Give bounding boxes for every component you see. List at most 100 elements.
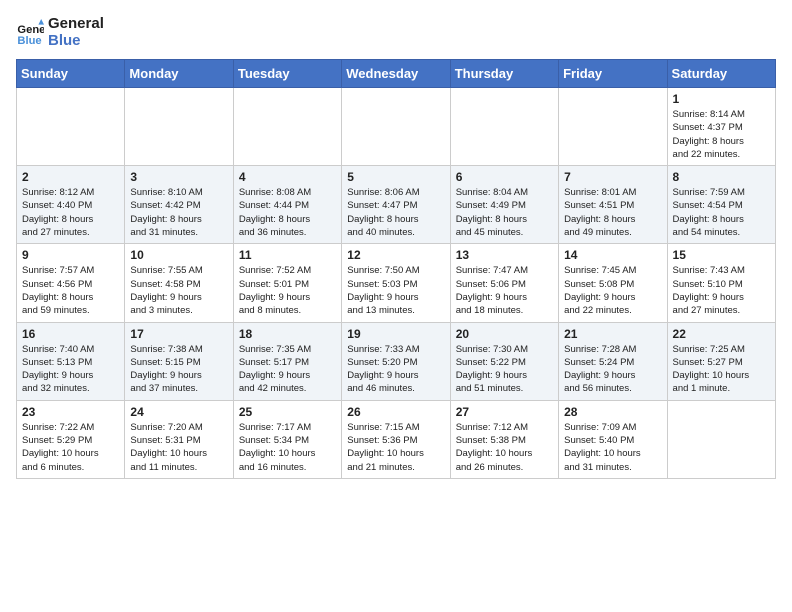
logo: General Blue General Blue <box>16 16 104 49</box>
day-number: 10 <box>130 248 227 262</box>
calendar-cell: 28 Sunrise: 7:09 AM Sunset: 5:40 PM Dayli… <box>559 400 667 478</box>
day-number: 15 <box>673 248 770 262</box>
calendar-cell: 19 Sunrise: 7:33 AM Sunset: 5:20 PM Dayli… <box>342 322 450 400</box>
day-number: 21 <box>564 327 661 341</box>
day-number: 13 <box>456 248 553 262</box>
calendar-cell: 25 Sunrise: 7:17 AM Sunset: 5:34 PM Dayli… <box>233 400 341 478</box>
calendar-cell: 23 Sunrise: 7:22 AM Sunset: 5:29 PM Dayli… <box>17 400 125 478</box>
calendar-cell: 10Sunrise: 7:55 AM Sunset: 4:58 PM Dayli… <box>125 244 233 322</box>
day-header-tuesday: Tuesday <box>233 60 341 88</box>
day-header-saturday: Saturday <box>667 60 775 88</box>
calendar-week-row: 23 Sunrise: 7:22 AM Sunset: 5:29 PM Dayli… <box>17 400 776 478</box>
day-header-sunday: Sunday <box>17 60 125 88</box>
day-number: 6 <box>456 170 553 184</box>
calendar-cell: 14 Sunrise: 7:45 AM Sunset: 5:08 PM Dayli… <box>559 244 667 322</box>
day-number: 16 <box>22 327 119 341</box>
day-info: Sunrise: 7:30 AM Sunset: 5:22 PM Dayligh… <box>456 343 553 396</box>
calendar-cell: 16 Sunrise: 7:40 AM Sunset: 5:13 PM Dayli… <box>17 322 125 400</box>
day-info: Sunrise: 7:35 AM Sunset: 5:17 PM Dayligh… <box>239 343 336 396</box>
calendar-week-row: 16 Sunrise: 7:40 AM Sunset: 5:13 PM Dayli… <box>17 322 776 400</box>
day-number: 12 <box>347 248 444 262</box>
calendar-cell: 18 Sunrise: 7:35 AM Sunset: 5:17 PM Dayli… <box>233 322 341 400</box>
calendar-cell <box>559 88 667 166</box>
day-info: Sunrise: 7:50 AM Sunset: 5:03 PM Dayligh… <box>347 264 444 317</box>
day-number: 24 <box>130 405 227 419</box>
day-info: Sunrise: 8:14 AM Sunset: 4:37 PM Dayligh… <box>673 108 770 161</box>
calendar-cell: 26 Sunrise: 7:15 AM Sunset: 5:36 PM Dayli… <box>342 400 450 478</box>
day-number: 14 <box>564 248 661 262</box>
page-header: General Blue General Blue <box>16 16 776 49</box>
day-info: Sunrise: 7:09 AM Sunset: 5:40 PM Dayligh… <box>564 421 661 474</box>
day-info: Sunrise: 8:08 AM Sunset: 4:44 PM Dayligh… <box>239 186 336 239</box>
svg-text:General: General <box>17 24 44 36</box>
calendar-cell: 9 Sunrise: 7:57 AM Sunset: 4:56 PM Daylig… <box>17 244 125 322</box>
day-info: Sunrise: 7:57 AM Sunset: 4:56 PM Dayligh… <box>22 264 119 317</box>
logo-blue: Blue <box>48 32 81 49</box>
day-info: Sunrise: 7:45 AM Sunset: 5:08 PM Dayligh… <box>564 264 661 317</box>
day-number: 11 <box>239 248 336 262</box>
day-number: 9 <box>22 248 119 262</box>
calendar-table: SundayMondayTuesdayWednesdayThursdayFrid… <box>16 59 776 479</box>
calendar-cell <box>450 88 558 166</box>
day-info: Sunrise: 7:47 AM Sunset: 5:06 PM Dayligh… <box>456 264 553 317</box>
day-number: 4 <box>239 170 336 184</box>
calendar-cell: 17 Sunrise: 7:38 AM Sunset: 5:15 PM Dayli… <box>125 322 233 400</box>
day-info: Sunrise: 7:17 AM Sunset: 5:34 PM Dayligh… <box>239 421 336 474</box>
day-number: 26 <box>347 405 444 419</box>
calendar-week-row: 1 Sunrise: 8:14 AM Sunset: 4:37 PM Daylig… <box>17 88 776 166</box>
day-number: 23 <box>22 405 119 419</box>
logo-icon: General Blue <box>16 19 44 47</box>
day-info: Sunrise: 8:01 AM Sunset: 4:51 PM Dayligh… <box>564 186 661 239</box>
calendar-cell: 5 Sunrise: 8:06 AM Sunset: 4:47 PM Daylig… <box>342 166 450 244</box>
day-number: 17 <box>130 327 227 341</box>
day-number: 5 <box>347 170 444 184</box>
calendar-cell: 8Sunrise: 7:59 AM Sunset: 4:54 PM Daylig… <box>667 166 775 244</box>
day-number: 19 <box>347 327 444 341</box>
day-info: Sunrise: 7:40 AM Sunset: 5:13 PM Dayligh… <box>22 343 119 396</box>
day-number: 2 <box>22 170 119 184</box>
day-number: 27 <box>456 405 553 419</box>
logo-general: General <box>48 15 104 32</box>
calendar-cell: 13 Sunrise: 7:47 AM Sunset: 5:06 PM Dayli… <box>450 244 558 322</box>
calendar-week-row: 2 Sunrise: 8:12 AM Sunset: 4:40 PM Daylig… <box>17 166 776 244</box>
day-number: 20 <box>456 327 553 341</box>
calendar-cell: 11 Sunrise: 7:52 AM Sunset: 5:01 PM Dayli… <box>233 244 341 322</box>
day-number: 18 <box>239 327 336 341</box>
calendar-cell: 22Sunrise: 7:25 AM Sunset: 5:27 PM Dayli… <box>667 322 775 400</box>
calendar-week-row: 9 Sunrise: 7:57 AM Sunset: 4:56 PM Daylig… <box>17 244 776 322</box>
calendar-cell <box>17 88 125 166</box>
calendar-cell: 24 Sunrise: 7:20 AM Sunset: 5:31 PM Dayli… <box>125 400 233 478</box>
day-info: Sunrise: 8:10 AM Sunset: 4:42 PM Dayligh… <box>130 186 227 239</box>
day-info: Sunrise: 7:20 AM Sunset: 5:31 PM Dayligh… <box>130 421 227 474</box>
day-info: Sunrise: 7:25 AM Sunset: 5:27 PM Dayligh… <box>673 343 770 396</box>
calendar-cell: 27Sunrise: 7:12 AM Sunset: 5:38 PM Dayli… <box>450 400 558 478</box>
day-header-friday: Friday <box>559 60 667 88</box>
calendar-cell: 15Sunrise: 7:43 AM Sunset: 5:10 PM Dayli… <box>667 244 775 322</box>
day-info: Sunrise: 8:06 AM Sunset: 4:47 PM Dayligh… <box>347 186 444 239</box>
calendar-cell: 2 Sunrise: 8:12 AM Sunset: 4:40 PM Daylig… <box>17 166 125 244</box>
calendar-cell: 20 Sunrise: 7:30 AM Sunset: 5:22 PM Dayli… <box>450 322 558 400</box>
calendar-cell: 6Sunrise: 8:04 AM Sunset: 4:49 PM Daylig… <box>450 166 558 244</box>
calendar-cell: 7Sunrise: 8:01 AM Sunset: 4:51 PM Daylig… <box>559 166 667 244</box>
day-number: 3 <box>130 170 227 184</box>
day-number: 28 <box>564 405 661 419</box>
day-info: Sunrise: 8:12 AM Sunset: 4:40 PM Dayligh… <box>22 186 119 239</box>
day-number: 25 <box>239 405 336 419</box>
day-info: Sunrise: 7:28 AM Sunset: 5:24 PM Dayligh… <box>564 343 661 396</box>
calendar-cell: 1 Sunrise: 8:14 AM Sunset: 4:37 PM Daylig… <box>667 88 775 166</box>
day-info: Sunrise: 7:38 AM Sunset: 5:15 PM Dayligh… <box>130 343 227 396</box>
day-info: Sunrise: 7:52 AM Sunset: 5:01 PM Dayligh… <box>239 264 336 317</box>
day-header-wednesday: Wednesday <box>342 60 450 88</box>
day-header-monday: Monday <box>125 60 233 88</box>
calendar-cell: 4 Sunrise: 8:08 AM Sunset: 4:44 PM Daylig… <box>233 166 341 244</box>
calendar-cell: 21 Sunrise: 7:28 AM Sunset: 5:24 PM Dayli… <box>559 322 667 400</box>
calendar-cell <box>667 400 775 478</box>
day-info: Sunrise: 7:15 AM Sunset: 5:36 PM Dayligh… <box>347 421 444 474</box>
day-header-thursday: Thursday <box>450 60 558 88</box>
day-info: Sunrise: 7:22 AM Sunset: 5:29 PM Dayligh… <box>22 421 119 474</box>
day-info: Sunrise: 7:33 AM Sunset: 5:20 PM Dayligh… <box>347 343 444 396</box>
svg-text:Blue: Blue <box>17 35 41 47</box>
calendar-cell <box>342 88 450 166</box>
calendar-header-row: SundayMondayTuesdayWednesdayThursdayFrid… <box>17 60 776 88</box>
day-number: 1 <box>673 92 770 106</box>
